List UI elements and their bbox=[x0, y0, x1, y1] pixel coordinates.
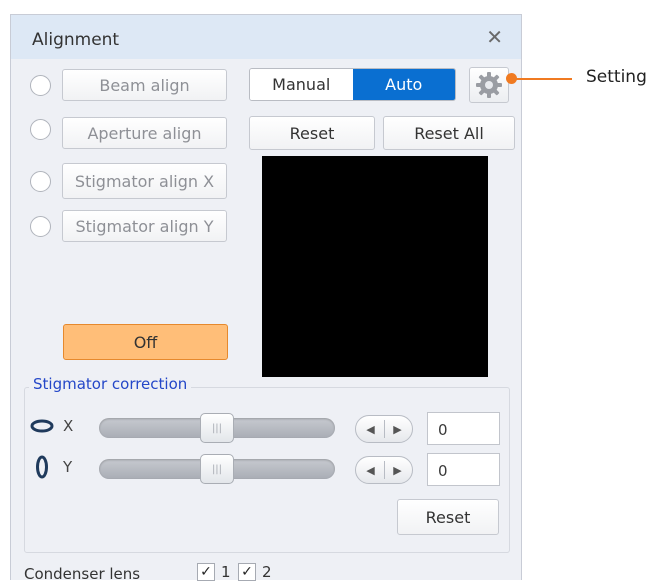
stigmator-y-slider[interactable]: ||| bbox=[99, 454, 335, 484]
image-viewer bbox=[262, 156, 488, 377]
beam-align-button[interactable]: Beam align bbox=[62, 69, 227, 101]
reset-all-button[interactable]: Reset All bbox=[383, 116, 515, 150]
arrow-left-icon[interactable]: ◀ bbox=[358, 464, 384, 477]
stigmator-x-value-field[interactable]: 0 bbox=[427, 412, 500, 445]
radio-stigmator-align-x[interactable] bbox=[30, 171, 51, 192]
stigmator-reset-button[interactable]: Reset bbox=[397, 499, 499, 535]
aperture-align-button[interactable]: Aperture align bbox=[62, 117, 227, 149]
radio-beam-align[interactable] bbox=[30, 75, 51, 96]
stigmator-align-x-button[interactable]: Stigmator align X bbox=[62, 163, 227, 199]
panel-title: Alignment bbox=[32, 30, 120, 50]
ellipse-horizontal-icon bbox=[30, 419, 54, 433]
condenser-lens-label: Condenser lens bbox=[24, 565, 141, 583]
gear-icon bbox=[476, 72, 502, 98]
arrow-right-icon[interactable]: ▶ bbox=[385, 464, 411, 477]
stigmator-x-label: X bbox=[63, 417, 74, 435]
stigmator-y-stepper[interactable]: ◀ ▶ bbox=[355, 456, 413, 484]
mode-manual-button[interactable]: Manual bbox=[250, 69, 353, 100]
settings-callout-label: Setting bbox=[586, 67, 647, 87]
arrow-left-icon[interactable]: ◀ bbox=[358, 423, 384, 436]
stigmator-correction-title: Stigmator correction bbox=[29, 375, 192, 393]
stigmator-align-y-button[interactable]: Stigmator align Y bbox=[62, 210, 227, 242]
condenser-1-checkbox[interactable]: ✓ bbox=[197, 563, 215, 581]
mode-toggle: Manual Auto bbox=[249, 68, 456, 101]
arrow-right-icon[interactable]: ▶ bbox=[385, 423, 411, 436]
radio-stigmator-align-y[interactable] bbox=[30, 216, 51, 237]
stigmator-y-value-field[interactable]: 0 bbox=[427, 453, 500, 486]
mode-auto-button[interactable]: Auto bbox=[352, 69, 455, 100]
settings-button[interactable] bbox=[469, 67, 509, 103]
stigmator-y-slider-thumb[interactable]: ||| bbox=[200, 454, 234, 484]
callout-line bbox=[512, 78, 572, 80]
condenser-2-checkbox[interactable]: ✓ bbox=[238, 563, 256, 581]
close-icon[interactable]: ✕ bbox=[486, 25, 503, 49]
condenser-2-label: 2 bbox=[262, 563, 272, 581]
stigmator-x-stepper[interactable]: ◀ ▶ bbox=[355, 415, 413, 443]
alignment-panel: Alignment ✕ Beam align Aperture align St… bbox=[10, 14, 522, 583]
stigmator-x-slider[interactable]: ||| bbox=[99, 413, 335, 443]
title-bar: Alignment ✕ bbox=[11, 15, 521, 59]
stigmator-x-slider-thumb[interactable]: ||| bbox=[200, 413, 234, 443]
condenser-1-label: 1 bbox=[221, 563, 231, 581]
stigmator-y-label: Y bbox=[63, 458, 73, 476]
off-button[interactable]: Off bbox=[63, 324, 228, 360]
ellipse-vertical-icon bbox=[36, 455, 48, 479]
reset-button[interactable]: Reset bbox=[249, 116, 375, 150]
radio-aperture-align[interactable] bbox=[30, 119, 51, 140]
